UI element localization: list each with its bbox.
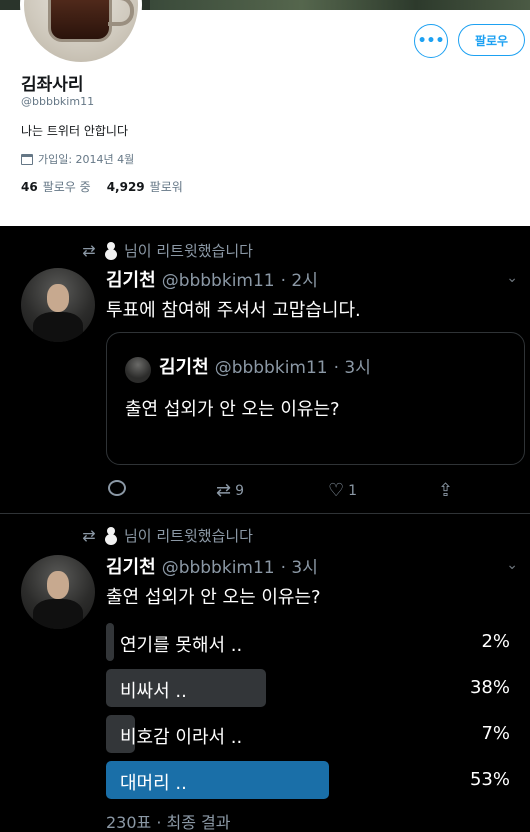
poll-option-label: 연기를 못해서 .. [120,635,243,656]
follow-button[interactable]: 팔로우 [458,24,525,56]
tweet-time[interactable]: · 2시 [281,266,318,291]
quoted-time: · 3시 [333,358,371,378]
tweet[interactable]: ⇄ 님이 리트윗했습니다 김기천 @bbbbkim11 · 2시 ⌄ 투표에 참… [0,232,530,514]
quoted-avatar [125,357,151,383]
quoted-author-handle: @bbbbkim11 [214,358,328,378]
avatar[interactable] [21,555,95,629]
author-name[interactable]: 김기천 [106,266,156,292]
retweet-context: ⇄ 님이 리트윗했습니다 [80,525,253,546]
chevron-down-icon[interactable]: ⌄ [506,557,518,573]
retweet-button[interactable]: ⇄ 9 [216,480,244,501]
joined-date: 가입일: 2014년 4월 [38,153,135,166]
retweet-icon: ⇄ [216,480,232,501]
profile-joined: 가입일: 2014년 4월 [21,151,134,167]
poll-option: 연기를 못해서 .. 2% [106,623,516,661]
tweet-time[interactable]: · 3시 [281,553,318,578]
tweet-actions: ⇄ 9 ♡ 1 ⇪ [106,480,466,502]
heart-icon: ♡ [328,480,345,501]
like-count: 1 [348,482,358,499]
tweet-header: 김기천 @bbbbkim11 · 3시 [106,553,318,579]
retweeted-by-text: 님이 리트윗했습니다 [124,242,253,260]
retweet-icon: ⇄ [82,241,96,260]
following-label: 팔로우 중 [42,180,91,194]
profile-name: 김좌사리 [21,75,84,95]
poll-option-label: 대머리 .. [120,773,187,794]
calendar-icon [21,153,33,165]
poll-bar [106,623,114,661]
author-handle[interactable]: @bbbbkim11 [162,558,275,578]
tweet[interactable]: ⇄ 님이 리트윗했습니다 김기천 @bbbbkim11 · 3시 ⌄ 출연 섭외… [0,515,530,832]
retweet-icon: ⇄ [82,526,96,545]
quoted-tweet[interactable]: 김기천 @bbbbkim11 · 3시 출연 섭외가 안 오는 이유는? [106,332,525,465]
snowman-icon [104,526,118,545]
profile-header: ••• 팔로우 김좌사리 @bbbbkim11 나는 트위터 안합니다 가입일:… [0,0,530,226]
share-button[interactable]: ⇪ [438,480,453,501]
author-name[interactable]: 김기천 [106,553,156,579]
followers-count: 4,929 [106,180,145,194]
poll-option: 대머리 .. 53% [106,761,516,799]
poll-option-percent: 2% [481,631,510,652]
poll-option: 비싸서 .. 38% [106,669,516,707]
more-options-button[interactable]: ••• [414,24,448,58]
quoted-text: 출연 섭외가 안 오는 이유는? [125,399,340,420]
quoted-header: 김기천 @bbbbkim11 · 3시 [159,353,371,379]
profile-stats: 46 팔로우 중 4,929 팔로워 [21,178,183,195]
avatar[interactable] [21,268,95,342]
tweet-text: 투표에 참여해 주셔서 고맙습니다. [106,300,361,321]
snowman-icon [104,241,118,260]
following-count: 46 [21,180,38,194]
profile-handle: @bbbbkim11 [21,95,95,108]
author-handle[interactable]: @bbbbkim11 [162,271,275,291]
poll-option-percent: 7% [481,723,510,744]
poll-footer: 230표 · 최종 결과 [106,813,231,832]
followers-link[interactable]: 4,929 팔로워 [107,178,183,195]
like-button[interactable]: ♡ 1 [328,480,357,501]
poll-option-percent: 38% [469,677,510,698]
tweet-header: 김기천 @bbbbkim11 · 2시 [106,266,318,292]
profile-bio: 나는 트위터 안합니다 [21,124,128,138]
chevron-down-icon[interactable]: ⌄ [506,270,518,286]
share-icon: ⇪ [438,480,454,501]
retweet-context: ⇄ 님이 리트윗했습니다 [80,240,253,261]
poll-option: 비호감 이라서 .. 7% [106,715,516,753]
poll-option-label: 비호감 이라서 .. [120,727,243,748]
retweet-count: 9 [235,482,245,499]
poll-option-percent: 53% [469,769,510,790]
quoted-author-name: 김기천 [159,357,209,378]
following-link[interactable]: 46 팔로우 중 [21,178,91,195]
tweet-text: 출연 섭외가 안 오는 이유는? [106,587,321,608]
poll: 연기를 못해서 .. 2% 비싸서 .. 38% 비호감 이라서 .. 7% 대… [106,623,516,807]
poll-option-label: 비싸서 .. [120,681,187,702]
followers-label: 팔로워 [149,180,183,194]
profile-avatar[interactable] [20,0,142,66]
retweeted-by-text: 님이 리트윗했습니다 [124,527,253,545]
reply-icon [108,480,126,496]
reply-button[interactable] [108,480,126,496]
